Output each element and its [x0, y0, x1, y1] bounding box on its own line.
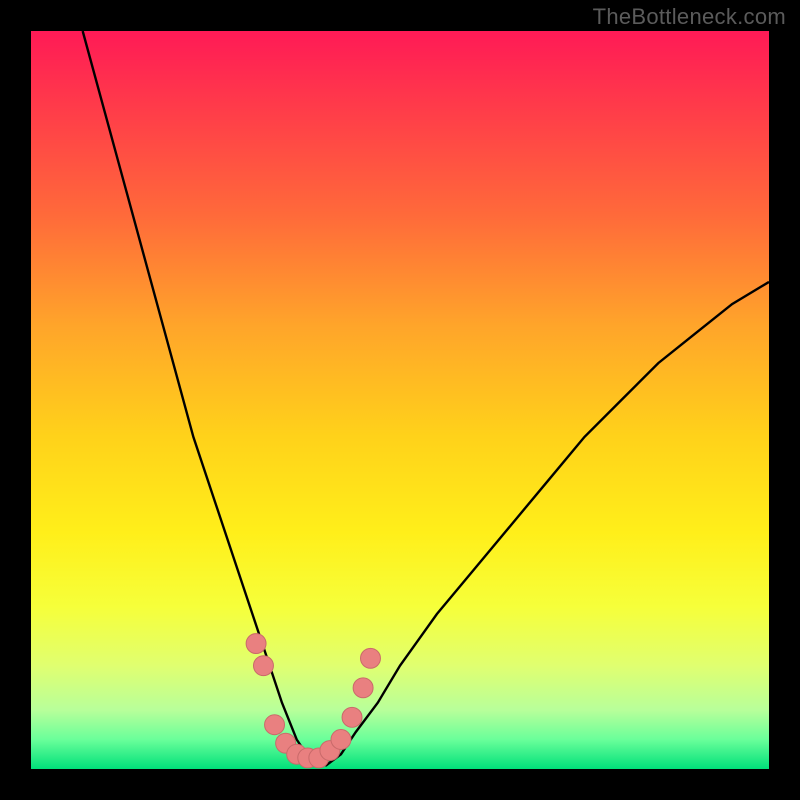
marker-point — [342, 707, 362, 727]
watermark-text: TheBottleneck.com — [593, 4, 786, 30]
marker-point — [253, 656, 273, 676]
bottleneck-curve — [83, 31, 769, 765]
marker-point — [361, 648, 381, 668]
marker-point — [331, 730, 351, 750]
chart-svg — [31, 31, 769, 769]
plot-area — [28, 28, 772, 772]
marker-point — [265, 715, 285, 735]
marker-point — [353, 678, 373, 698]
marker-point — [246, 634, 266, 654]
